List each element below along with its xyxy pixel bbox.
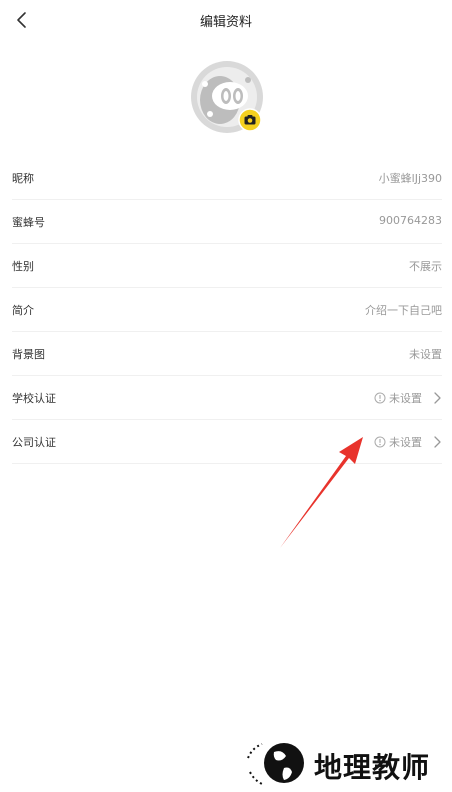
annotation-arrow bbox=[280, 437, 363, 548]
globe-logo-icon bbox=[247, 743, 304, 785]
watermark: 地理教师 bbox=[244, 738, 444, 788]
watermark-text: 地理教师 bbox=[314, 751, 431, 784]
